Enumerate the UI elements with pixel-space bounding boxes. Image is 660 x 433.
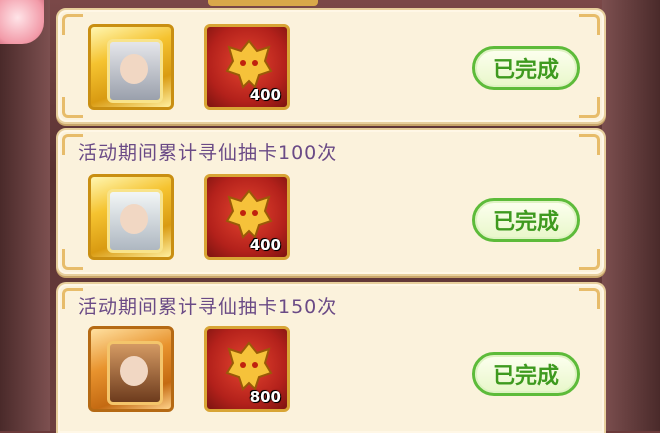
previous-panel-edge [208, 0, 318, 6]
right-backdrop [602, 0, 660, 431]
reward-hero-card-maiden[interactable] [88, 174, 174, 260]
completed-button[interactable]: 已完成 [472, 352, 580, 396]
panel-corner-ornament [579, 14, 600, 35]
reward-amount: 800 [249, 388, 281, 406]
portrait-face [120, 54, 148, 84]
warrior-portrait-icon [107, 341, 163, 405]
task-panel-3: 活动期间累计寻仙抽卡150次 800 已完成 [56, 282, 606, 433]
reward-amount: 400 [249, 86, 281, 104]
maiden-portrait-icon [107, 189, 163, 253]
task-panel-2: 活动期间累计寻仙抽卡100次 400 已完成 [56, 128, 606, 276]
dragon-mask-icon [221, 37, 277, 93]
panel-corner-ornament [579, 97, 600, 118]
panel-corner-ornament [579, 249, 600, 270]
completed-button[interactable]: 已完成 [472, 198, 580, 242]
task-title: 活动期间累计寻仙抽卡150次 [78, 296, 338, 318]
reward-dragon-mask[interactable]: 800 [204, 326, 290, 412]
task-title: 活动期间累计寻仙抽卡100次 [78, 142, 338, 164]
panel-corner-ornament [579, 134, 600, 155]
task-panel-1: 400 已完成 [56, 8, 606, 124]
panel-corner-ornament [62, 249, 83, 270]
reward-amount: 400 [249, 236, 281, 254]
left-backdrop [0, 0, 50, 431]
dragon-mask-icon [221, 187, 277, 243]
portrait-face [120, 204, 148, 234]
corner-avatar[interactable] [0, 0, 44, 44]
reward-dragon-mask[interactable]: 400 [204, 174, 290, 260]
elder-portrait-icon [107, 39, 163, 103]
dragon-mask-icon [221, 339, 277, 395]
portrait-face [120, 356, 148, 386]
reward-hero-card-warrior[interactable] [88, 326, 174, 412]
reward-hero-card-elder[interactable] [88, 24, 174, 110]
panel-corner-ornament [579, 288, 600, 309]
panel-corner-ornament [62, 14, 83, 35]
panel-corner-ornament [62, 97, 83, 118]
reward-dragon-mask[interactable]: 400 [204, 24, 290, 110]
completed-button[interactable]: 已完成 [472, 46, 580, 90]
